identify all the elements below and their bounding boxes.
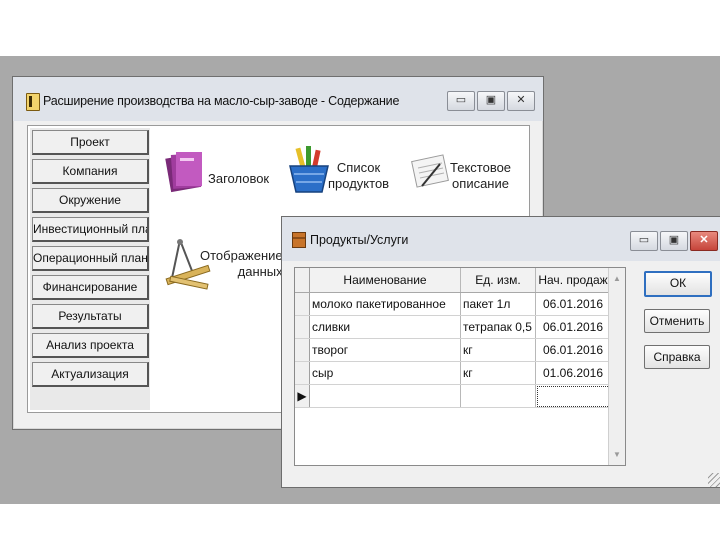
scroll-up-icon[interactable]: ▲: [613, 274, 621, 283]
tile-products-line1: Список: [336, 160, 381, 175]
row-selector[interactable]: [295, 361, 310, 385]
cell-unit[interactable]: кг: [460, 338, 536, 362]
scroll-down-icon[interactable]: ▼: [613, 450, 621, 459]
cell-start[interactable]: 06.01.2016: [535, 315, 611, 339]
products-dialog: Продукты/Услуги ▭ ▣ ✕ Наименование Ед. и…: [281, 216, 720, 488]
nav-project[interactable]: Проект: [32, 130, 149, 155]
dialog-minimize-button[interactable]: ▭: [630, 231, 658, 251]
column-header-unit[interactable]: Ед. изм.: [460, 268, 536, 293]
cell-unit[interactable]: тетрапак 0,5: [460, 315, 536, 339]
dialog-restore-button[interactable]: ▣: [660, 231, 688, 251]
column-header-start[interactable]: Нач. продаж: [535, 268, 611, 293]
cell-unit[interactable]: пакет 1л: [460, 292, 536, 316]
ok-button[interactable]: ОК: [644, 271, 712, 297]
cell-start[interactable]: 01.06.2016: [535, 361, 611, 385]
cell-unit[interactable]: кг: [460, 361, 536, 385]
nav-financing[interactable]: Финансирование: [32, 275, 149, 300]
cell-name[interactable]: сыр: [309, 361, 461, 385]
current-row-arrow-icon: ▶: [295, 384, 310, 408]
tile-products-label[interactable]: Список продуктов: [328, 160, 389, 192]
row-selector[interactable]: [295, 338, 310, 362]
row-selector[interactable]: [295, 315, 310, 339]
app-book-icon: [26, 93, 40, 111]
main-titlebar[interactable]: Расширение производства на масло-сыр-зав…: [13, 77, 543, 121]
nav-environment[interactable]: Окружение: [32, 188, 149, 213]
cell-name[interactable]: сливки: [309, 315, 461, 339]
table-row[interactable]: сливки тетрапак 0,5 06.01.2016: [295, 315, 611, 339]
tile-products-line2: продуктов: [328, 176, 390, 191]
tile-display-line1: Отображение: [200, 248, 283, 263]
dialog-title: Продукты/Услуги: [310, 233, 409, 247]
products-table: Наименование Ед. изм. Нач. продаж молоко…: [295, 268, 611, 408]
close-button[interactable]: ✕: [507, 91, 535, 111]
tile-text-line1: Текстовое: [450, 160, 512, 175]
tile-display-line2: данных: [237, 264, 283, 279]
column-header-name[interactable]: Наименование: [309, 268, 461, 293]
main-window-title: Расширение производства на масло-сыр-зав…: [43, 94, 400, 108]
new-cell-unit[interactable]: [460, 384, 536, 408]
table-row[interactable]: сыр кг 01.06.2016: [295, 361, 611, 385]
new-cell-start[interactable]: [535, 384, 611, 408]
cancel-button[interactable]: Отменить: [644, 309, 710, 333]
basket-icon[interactable]: [286, 146, 332, 196]
row-selector[interactable]: [295, 292, 310, 316]
nav-project-analysis[interactable]: Анализ проекта: [32, 333, 149, 358]
tile-text-line2: описание: [452, 176, 509, 191]
nav-operational-plan[interactable]: Операционный план: [32, 246, 149, 271]
nav-company[interactable]: Компания: [32, 159, 149, 184]
document-pen-icon[interactable]: [408, 152, 452, 192]
products-grid[interactable]: Наименование Ед. изм. Нач. продаж молоко…: [294, 267, 626, 466]
restore-button[interactable]: ▣: [477, 91, 505, 111]
cell-start[interactable]: 06.01.2016: [535, 338, 611, 362]
table-row[interactable]: молоко пакетированное пакет 1л 06.01.201…: [295, 292, 611, 316]
help-button[interactable]: Справка: [644, 345, 710, 369]
dialog-close-button[interactable]: ✕: [690, 231, 718, 251]
cell-name[interactable]: творог: [309, 338, 461, 362]
grid-header-row: Наименование Ед. изм. Нач. продаж: [295, 268, 611, 293]
dialog-titlebar[interactable]: Продукты/Услуги ▭ ▣ ✕: [282, 217, 720, 261]
new-row[interactable]: ▶: [295, 384, 611, 408]
minimize-button[interactable]: ▭: [447, 91, 475, 111]
box-icon: [292, 232, 306, 248]
tile-header-label[interactable]: Заголовок: [208, 171, 269, 187]
vertical-scrollbar[interactable]: ▲ ▼: [608, 268, 625, 465]
cell-name[interactable]: молоко пакетированное: [309, 292, 461, 316]
cell-start[interactable]: 06.01.2016: [535, 292, 611, 316]
nav-update[interactable]: Актуализация: [32, 362, 149, 387]
grid-corner-cell: [295, 268, 310, 293]
table-row[interactable]: творог кг 06.01.2016: [295, 338, 611, 362]
folders-icon[interactable]: [164, 148, 206, 194]
nav-investment-plan[interactable]: Инвестиционный план: [32, 217, 149, 242]
tile-display-label[interactable]: Отображение данных: [200, 248, 283, 280]
tile-text-label[interactable]: Текстовое описание: [450, 160, 511, 192]
resize-grip-icon[interactable]: [708, 473, 720, 487]
nav-results[interactable]: Результаты: [32, 304, 149, 329]
new-cell-name[interactable]: [309, 384, 461, 408]
